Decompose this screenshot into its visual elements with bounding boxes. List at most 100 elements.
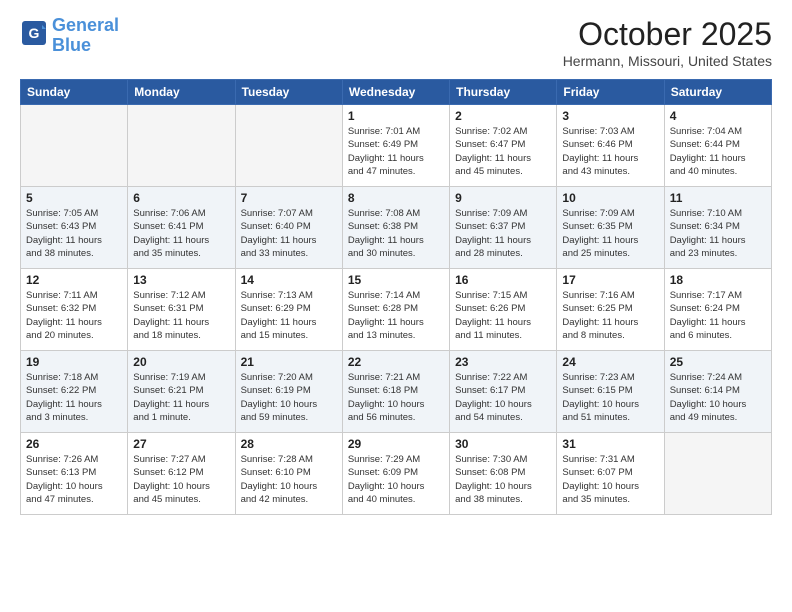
day-number: 24 [562,355,658,369]
day-number: 27 [133,437,229,451]
table-row: 10Sunrise: 7:09 AMSunset: 6:35 PMDayligh… [557,187,664,269]
day-info: Sunrise: 7:28 AMSunset: 6:10 PMDaylight:… [241,453,337,506]
logo: G GeneralBlue [20,16,119,56]
table-row: 20Sunrise: 7:19 AMSunset: 6:21 PMDayligh… [128,351,235,433]
day-info: Sunrise: 7:09 AMSunset: 6:37 PMDaylight:… [455,207,551,260]
day-number: 1 [348,109,444,123]
day-info: Sunrise: 7:20 AMSunset: 6:19 PMDaylight:… [241,371,337,424]
table-row: 7 Sunrise: 7:07 AMSunset: 6:40 PMDaylight… [235,187,342,269]
table-row [664,433,771,515]
day-info: Sunrise: 7:11 AMSunset: 6:32 PMDaylight:… [26,289,122,342]
day-info: Sunrise: 7:24 AMSunset: 6:14 PMDaylight:… [670,371,766,424]
table-row: 15 Sunrise: 7:14 AMSunset: 6:28 PMDayligh… [342,269,449,351]
day-info: Sunrise: 7:05 AMSunset: 6:43 PMDaylight:… [26,207,122,260]
day-number: 29 [348,437,444,451]
day-info: Sunrise: 7:27 AMSunset: 6:12 PMDaylight:… [133,453,229,506]
table-row: 13 Sunrise: 7:12 AMSunset: 6:31 PMDayligh… [128,269,235,351]
logo-icon: G [20,19,48,47]
col-monday: Monday [128,80,235,105]
day-info: Sunrise: 7:07 AMSunset: 6:40 PMDaylight:… [241,207,337,260]
day-number: 5 [26,191,122,205]
day-info: Sunrise: 7:21 AMSunset: 6:18 PMDaylight:… [348,371,444,424]
day-number: 22 [348,355,444,369]
day-number: 23 [455,355,551,369]
day-number: 10 [562,191,658,205]
page-container: G GeneralBlue October 2025 Hermann, Miss… [0,0,792,612]
table-row: 27 Sunrise: 7:27 AMSunset: 6:12 PMDayligh… [128,433,235,515]
day-number: 18 [670,273,766,287]
day-number: 21 [241,355,337,369]
day-info: Sunrise: 7:08 AMSunset: 6:38 PMDaylight:… [348,207,444,260]
col-wednesday: Wednesday [342,80,449,105]
day-number: 12 [26,273,122,287]
col-friday: Friday [557,80,664,105]
table-row: 31 Sunrise: 7:31 AMSunset: 6:07 PMDayligh… [557,433,664,515]
calendar-week-row: 5 Sunrise: 7:05 AMSunset: 6:43 PMDaylight… [21,187,772,269]
day-info: Sunrise: 7:17 AMSunset: 6:24 PMDaylight:… [670,289,766,342]
day-number: 11 [670,191,766,205]
day-number: 13 [133,273,229,287]
svg-text:G: G [29,25,40,41]
day-number: 19 [26,355,122,369]
day-number: 3 [562,109,658,123]
day-info: Sunrise: 7:13 AMSunset: 6:29 PMDaylight:… [241,289,337,342]
table-row: 30Sunrise: 7:30 AMSunset: 6:08 PMDayligh… [450,433,557,515]
calendar: Sunday Monday Tuesday Wednesday Thursday… [20,79,772,515]
month-title: October 2025 [563,16,772,53]
day-info: Sunrise: 7:30 AMSunset: 6:08 PMDaylight:… [455,453,551,506]
table-row: 1Sunrise: 7:01 AMSunset: 6:49 PMDaylight… [342,105,449,187]
table-row: 14Sunrise: 7:13 AMSunset: 6:29 PMDayligh… [235,269,342,351]
day-number: 7 [241,191,337,205]
table-row: 11 Sunrise: 7:10 AMSunset: 6:34 PMDayligh… [664,187,771,269]
location: Hermann, Missouri, United States [563,53,772,69]
table-row: 2 Sunrise: 7:02 AMSunset: 6:47 PMDaylight… [450,105,557,187]
table-row: 12 Sunrise: 7:11 AMSunset: 6:32 PMDayligh… [21,269,128,351]
table-row: 5 Sunrise: 7:05 AMSunset: 6:43 PMDaylight… [21,187,128,269]
day-number: 15 [348,273,444,287]
day-number: 26 [26,437,122,451]
calendar-week-row: 19Sunrise: 7:18 AMSunset: 6:22 PMDayligh… [21,351,772,433]
table-row: 22 Sunrise: 7:21 AMSunset: 6:18 PMDayligh… [342,351,449,433]
col-saturday: Saturday [664,80,771,105]
table-row: 21 Sunrise: 7:20 AMSunset: 6:19 PMDayligh… [235,351,342,433]
table-row: 24 Sunrise: 7:23 AMSunset: 6:15 PMDayligh… [557,351,664,433]
table-row: 19Sunrise: 7:18 AMSunset: 6:22 PMDayligh… [21,351,128,433]
day-info: Sunrise: 7:06 AMSunset: 6:41 PMDaylight:… [133,207,229,260]
day-info: Sunrise: 7:26 AMSunset: 6:13 PMDaylight:… [26,453,122,506]
table-row: 28 Sunrise: 7:28 AMSunset: 6:10 PMDayligh… [235,433,342,515]
table-row: 3 Sunrise: 7:03 AMSunset: 6:46 PMDaylight… [557,105,664,187]
table-row: 6Sunrise: 7:06 AMSunset: 6:41 PMDaylight… [128,187,235,269]
table-row: 29 Sunrise: 7:29 AMSunset: 6:09 PMDayligh… [342,433,449,515]
table-row: 23Sunrise: 7:22 AMSunset: 6:17 PMDayligh… [450,351,557,433]
day-number: 16 [455,273,551,287]
table-row: 4Sunrise: 7:04 AMSunset: 6:44 PMDaylight… [664,105,771,187]
day-number: 9 [455,191,551,205]
calendar-week-row: 26 Sunrise: 7:26 AMSunset: 6:13 PMDayligh… [21,433,772,515]
day-number: 2 [455,109,551,123]
day-info: Sunrise: 7:02 AMSunset: 6:47 PMDaylight:… [455,125,551,178]
table-row: 16 Sunrise: 7:15 AMSunset: 6:26 PMDayligh… [450,269,557,351]
day-info: Sunrise: 7:29 AMSunset: 6:09 PMDaylight:… [348,453,444,506]
col-sunday: Sunday [21,80,128,105]
table-row: 17Sunrise: 7:16 AMSunset: 6:25 PMDayligh… [557,269,664,351]
col-thursday: Thursday [450,80,557,105]
day-number: 17 [562,273,658,287]
day-number: 8 [348,191,444,205]
day-info: Sunrise: 7:14 AMSunset: 6:28 PMDaylight:… [348,289,444,342]
title-block: October 2025 Hermann, Missouri, United S… [563,16,772,69]
table-row: 25Sunrise: 7:24 AMSunset: 6:14 PMDayligh… [664,351,771,433]
day-number: 28 [241,437,337,451]
logo-text: GeneralBlue [52,16,119,56]
day-info: Sunrise: 7:23 AMSunset: 6:15 PMDaylight:… [562,371,658,424]
table-row [235,105,342,187]
day-info: Sunrise: 7:10 AMSunset: 6:34 PMDaylight:… [670,207,766,260]
day-info: Sunrise: 7:31 AMSunset: 6:07 PMDaylight:… [562,453,658,506]
day-info: Sunrise: 7:15 AMSunset: 6:26 PMDaylight:… [455,289,551,342]
day-info: Sunrise: 7:03 AMSunset: 6:46 PMDaylight:… [562,125,658,178]
day-info: Sunrise: 7:12 AMSunset: 6:31 PMDaylight:… [133,289,229,342]
day-info: Sunrise: 7:04 AMSunset: 6:44 PMDaylight:… [670,125,766,178]
table-row [21,105,128,187]
table-row: 9 Sunrise: 7:09 AMSunset: 6:37 PMDaylight… [450,187,557,269]
day-number: 31 [562,437,658,451]
calendar-week-row: 12 Sunrise: 7:11 AMSunset: 6:32 PMDayligh… [21,269,772,351]
